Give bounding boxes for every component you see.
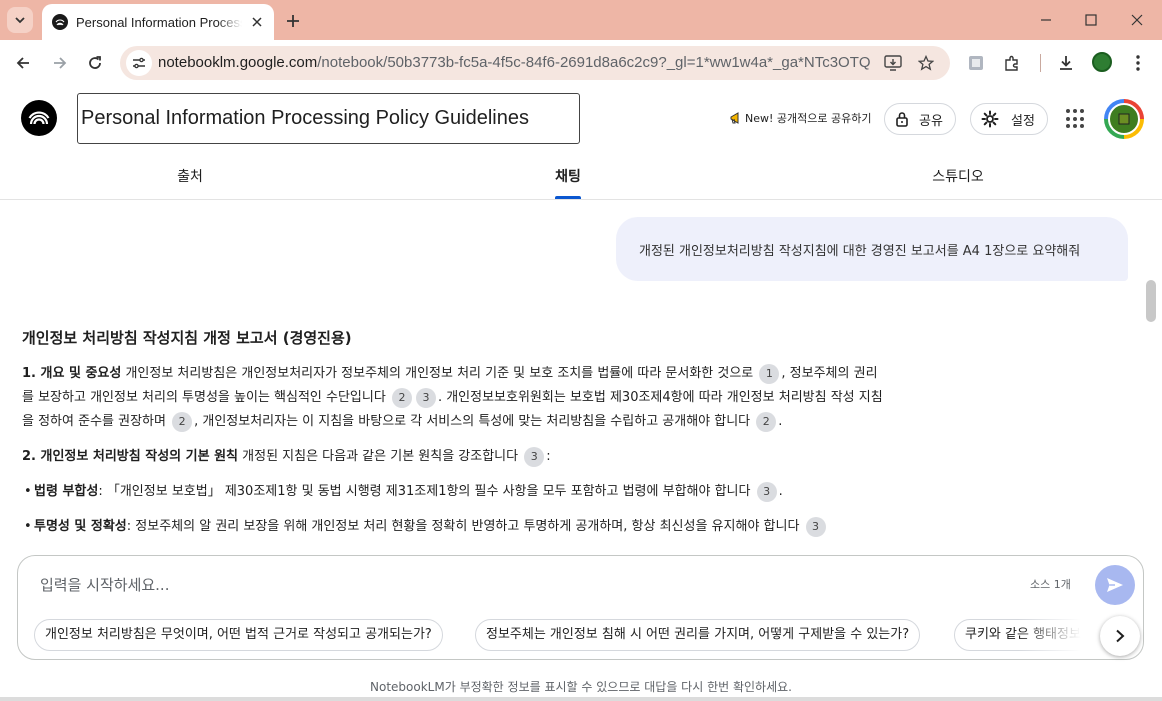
suggestion-chips: 개인정보 처리방침은 무엇이며, 어떤 법적 근거로 작성되고 공개되는가? 정… xyxy=(34,619,1114,653)
notebook-tabs: 출처 채팅 스튜디오 xyxy=(0,152,1162,200)
address-bar[interactable]: notebooklm.google.com/notebook/50b3773b-… xyxy=(120,46,950,80)
avatar-image xyxy=(1108,103,1140,135)
tab-close-icon[interactable] xyxy=(248,13,266,31)
browser-toolbar: notebooklm.google.com/notebook/50b3773b-… xyxy=(0,40,1162,86)
maximize-button[interactable] xyxy=(1079,8,1103,32)
maximize-icon xyxy=(1085,14,1097,26)
share-button[interactable]: 공유 xyxy=(884,103,956,135)
reload-icon xyxy=(89,56,101,69)
disclaimer-note: NotebookLM가 부정확한 정보를 표시할 수 있으므로 대답을 다시 한… xyxy=(370,680,792,694)
citation-badge[interactable]: 2 xyxy=(756,411,777,432)
bullet-1-text: . xyxy=(778,484,783,499)
bullet-2-heading: 투명성 및 정확성 xyxy=(34,519,127,534)
browser-profile-avatar[interactable] xyxy=(1092,52,1112,72)
tab-search-button[interactable] xyxy=(7,7,33,33)
tune-icon xyxy=(133,57,145,69)
chat-composer: 입력을 시작하세요... 소스 1개 개인정보 처리방침은 무엇이며, 어떤 법… xyxy=(17,555,1144,660)
citation-badge[interactable]: 2 xyxy=(172,411,193,432)
tab-studio[interactable]: 스튜디오 xyxy=(918,152,998,199)
bullet-2-text: : 정보주체의 알 권리 보장을 위해 개인정보 처리 현황을 정확히 반영하고… xyxy=(126,519,804,534)
site-info-button[interactable] xyxy=(126,50,152,76)
browser-tab[interactable]: Personal Information Processing Policy G… xyxy=(42,4,274,40)
user-avatar[interactable] xyxy=(1104,99,1144,139)
url-text: notebooklm.google.com/notebook/50b3773b-… xyxy=(158,54,870,71)
tab-sources[interactable]: 출처 xyxy=(150,152,230,199)
install-app-icon[interactable] xyxy=(882,52,904,74)
chips-fade xyxy=(1018,616,1108,656)
answer-bullet: 법령 부합성: 「개인정보 보호법」 제30조제1항 및 동법 시행령 제31조… xyxy=(22,480,888,504)
gear-icon xyxy=(981,110,999,128)
extension-image-icon[interactable] xyxy=(963,50,989,76)
tab-title: Personal Information Processing Policy G… xyxy=(76,14,242,30)
user-message: 개정된 개인정보처리방침 작성지침에 대한 경영진 보고서를 A4 1장으로 요… xyxy=(616,217,1128,281)
bullet-1-heading: 법령 부합성 xyxy=(34,484,99,499)
settings-label: 설정 xyxy=(1011,113,1035,129)
reload-button[interactable] xyxy=(82,50,108,76)
section-1-heading: 1. 개요 및 중요성 xyxy=(22,366,122,381)
notebook-title-field[interactable]: Personal Information Processing Policy G… xyxy=(77,93,580,144)
new-tab-button[interactable] xyxy=(282,10,304,32)
answer-bullet: 투명성 및 정확성: 정보주체의 알 권리 보장을 위해 개인정보 처리 현황을… xyxy=(22,515,888,539)
url-path: /notebook/50b3773b-fc5a-4f5c-84f6-2691d8… xyxy=(317,54,870,71)
close-icon xyxy=(1131,14,1143,26)
chat-scrollbar[interactable] xyxy=(1146,280,1156,322)
downloads-icon[interactable] xyxy=(1053,50,1079,76)
citation-badge[interactable]: 3 xyxy=(415,387,436,408)
minimize-button[interactable] xyxy=(1034,8,1058,32)
citation-badge[interactable]: 2 xyxy=(391,387,412,408)
chips-next-button[interactable] xyxy=(1100,616,1140,656)
bottom-strip xyxy=(0,697,1162,701)
answer-section-1: 1. 개요 및 중요성 개인정보 처리방침은 개인정보처리자가 정보주체의 개인… xyxy=(22,362,888,434)
megaphone-icon xyxy=(730,112,739,124)
answer-section-2: 2. 개인정보 처리방침 작성의 기본 원칙 개정된 지침은 다음과 같은 기본… xyxy=(22,445,888,469)
chevron-down-icon xyxy=(15,17,25,24)
forward-button[interactable] xyxy=(47,50,73,76)
section-2-text: 개정된 지침은 다음과 같은 기본 원칙을 강조합니다 xyxy=(238,449,523,464)
plus-icon xyxy=(287,15,299,27)
section-2-heading: 2. 개인정보 처리방침 작성의 기본 원칙 xyxy=(22,449,239,464)
assistant-answer: 개인정보 처리방침 작성지침 개정 보고서 (경영진용) 1. 개요 및 중요성… xyxy=(22,326,888,550)
source-count: 소스 1개 xyxy=(1030,578,1071,591)
send-button[interactable] xyxy=(1095,565,1135,605)
section-1-text: 개인정보 처리방침은 개인정보처리자가 정보주체의 개인정보 처리 기준 및 보… xyxy=(121,366,758,381)
answer-title: 개인정보 처리방침 작성지침 개정 보고서 (경영진용) xyxy=(22,329,352,347)
browser-menu-icon[interactable] xyxy=(1125,50,1151,76)
chat-input[interactable]: 입력을 시작하세요... xyxy=(40,574,169,595)
url-host: notebooklm.google.com xyxy=(158,54,318,71)
share-public-label: New! 공개적으로 공유하기 xyxy=(745,112,872,125)
notebooklm-favicon-icon xyxy=(52,14,68,30)
bookmark-star-icon[interactable] xyxy=(915,52,937,74)
arrow-right-icon xyxy=(54,57,67,69)
citation-badge[interactable]: 3 xyxy=(805,516,826,537)
citation-badge[interactable]: 1 xyxy=(759,363,780,384)
chevron-right-icon xyxy=(1116,629,1125,643)
section-1-text: . xyxy=(778,414,783,429)
send-icon xyxy=(1107,578,1123,592)
suggestion-chip[interactable]: 정보주체는 개인정보 침해 시 어떤 권리를 가지며, 어떻게 구제받을 수 있… xyxy=(475,619,921,651)
share-label: 공유 xyxy=(919,113,943,129)
chat-panel: 개정된 개인정보처리방침 작성지침에 대한 경영진 보고서를 A4 1장으로 요… xyxy=(0,200,1162,556)
section-1-text: , 개인정보처리자는 이 지침을 바탕으로 각 서비스의 특성에 맞는 처리방침… xyxy=(194,414,755,429)
bullet-1-text: : 「개인정보 보호법」 제30조제1항 및 동법 시행령 제31조제1항의 필… xyxy=(98,484,755,499)
active-tab-indicator xyxy=(555,196,581,199)
back-button[interactable] xyxy=(10,50,36,76)
citation-badge[interactable]: 3 xyxy=(524,446,545,467)
google-apps-icon[interactable] xyxy=(1066,109,1086,129)
share-public-button[interactable]: New! 공개적으로 공유하기 xyxy=(729,110,871,126)
minimize-icon xyxy=(1041,19,1051,21)
section-2-text: : xyxy=(546,449,551,464)
arrow-left-icon xyxy=(16,57,29,69)
notebook-title: Personal Information Processing Policy G… xyxy=(81,107,529,129)
lock-icon xyxy=(896,112,908,127)
notebook-header: Personal Information Processing Policy G… xyxy=(0,86,1162,152)
suggestion-chip[interactable]: 개인정보 처리방침은 무엇이며, 어떤 법적 근거로 작성되고 공개되는가? xyxy=(34,619,443,651)
extensions-puzzle-icon[interactable] xyxy=(999,50,1025,76)
notebooklm-logo-icon[interactable] xyxy=(21,100,57,136)
close-window-button[interactable] xyxy=(1125,8,1149,32)
toolbar-divider xyxy=(1040,54,1041,72)
browser-tabstrip: Personal Information Processing Policy G… xyxy=(0,0,1162,40)
tab-chat[interactable]: 채팅 xyxy=(528,152,608,199)
settings-button[interactable]: 설정 xyxy=(970,103,1048,135)
citation-badge[interactable]: 3 xyxy=(756,481,777,502)
